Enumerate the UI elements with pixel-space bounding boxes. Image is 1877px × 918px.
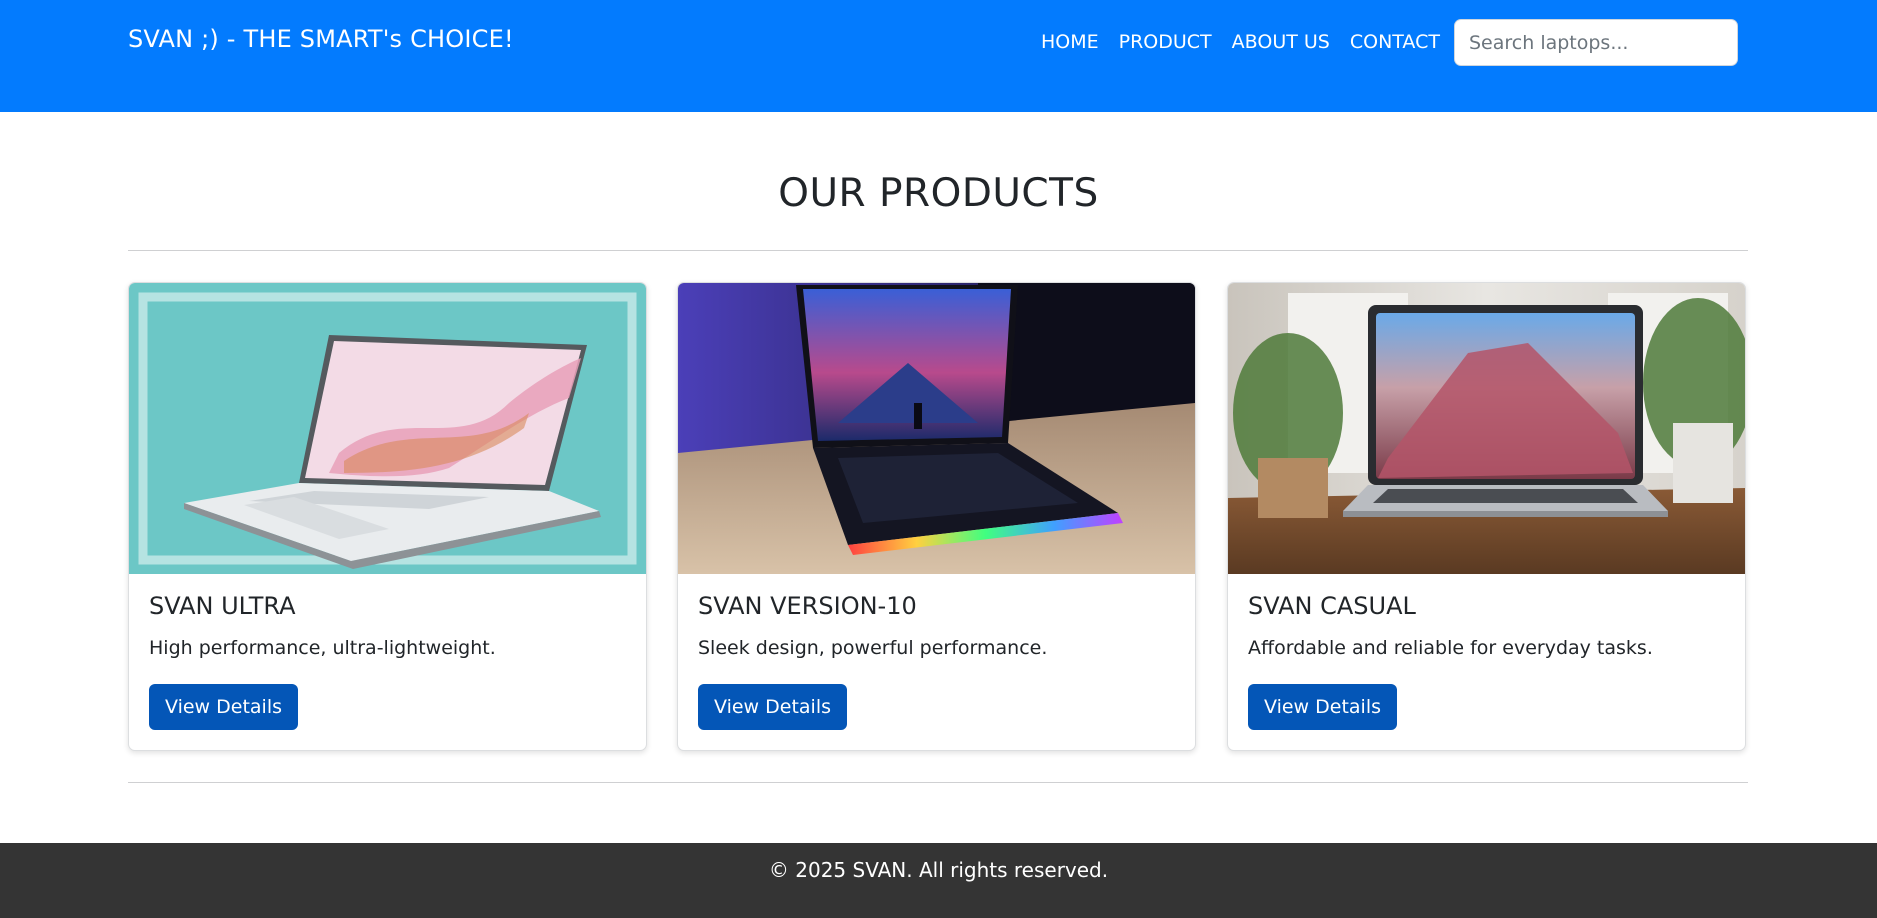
product-image-svan-version-10	[678, 283, 1195, 574]
card-description: Sleek design, powerful performance.	[698, 637, 1048, 659]
view-details-button[interactable]: View Details	[698, 684, 847, 730]
nav-link-contact[interactable]: CONTACT	[1350, 31, 1440, 53]
card-title: SVAN CASUAL	[1248, 592, 1416, 620]
product-card-svan-version-10: SVAN VERSION-10 Sleek design, powerful p…	[677, 282, 1196, 751]
product-image-svan-ultra	[129, 283, 646, 574]
product-card-svan-casual: SVAN CASUAL Affordable and reliable for …	[1227, 282, 1746, 751]
nav-link-about-us[interactable]: ABOUT US	[1232, 31, 1330, 53]
view-details-button[interactable]: View Details	[1248, 684, 1397, 730]
divider-top	[128, 250, 1748, 251]
card-title: SVAN ULTRA	[149, 592, 296, 620]
page-title: OUR PRODUCTS	[778, 171, 1099, 216]
card-description: High performance, ultra-lightweight.	[149, 637, 496, 659]
search-input[interactable]	[1454, 19, 1738, 66]
product-image-svan-casual	[1228, 283, 1745, 574]
nav-link-product[interactable]: PRODUCT	[1119, 31, 1212, 53]
nav-link-home[interactable]: HOME	[1041, 31, 1099, 53]
view-details-button[interactable]: View Details	[149, 684, 298, 730]
footer: © 2025 SVAN. All rights reserved.	[0, 843, 1877, 918]
brand-logo-text[interactable]: SVAN ;) - THE SMART's CHOICE!	[128, 25, 514, 53]
navbar: SVAN ;) - THE SMART's CHOICE! HOME PRODU…	[0, 0, 1877, 112]
product-card-svan-ultra: SVAN ULTRA High performance, ultra-light…	[128, 282, 647, 751]
divider-bottom	[128, 782, 1748, 783]
nav-links: HOME PRODUCT ABOUT US CONTACT	[1041, 31, 1440, 53]
copyright-text: © 2025 SVAN. All rights reserved.	[768, 858, 1109, 882]
card-description: Affordable and reliable for everyday tas…	[1248, 637, 1653, 659]
card-title: SVAN VERSION-10	[698, 592, 917, 620]
